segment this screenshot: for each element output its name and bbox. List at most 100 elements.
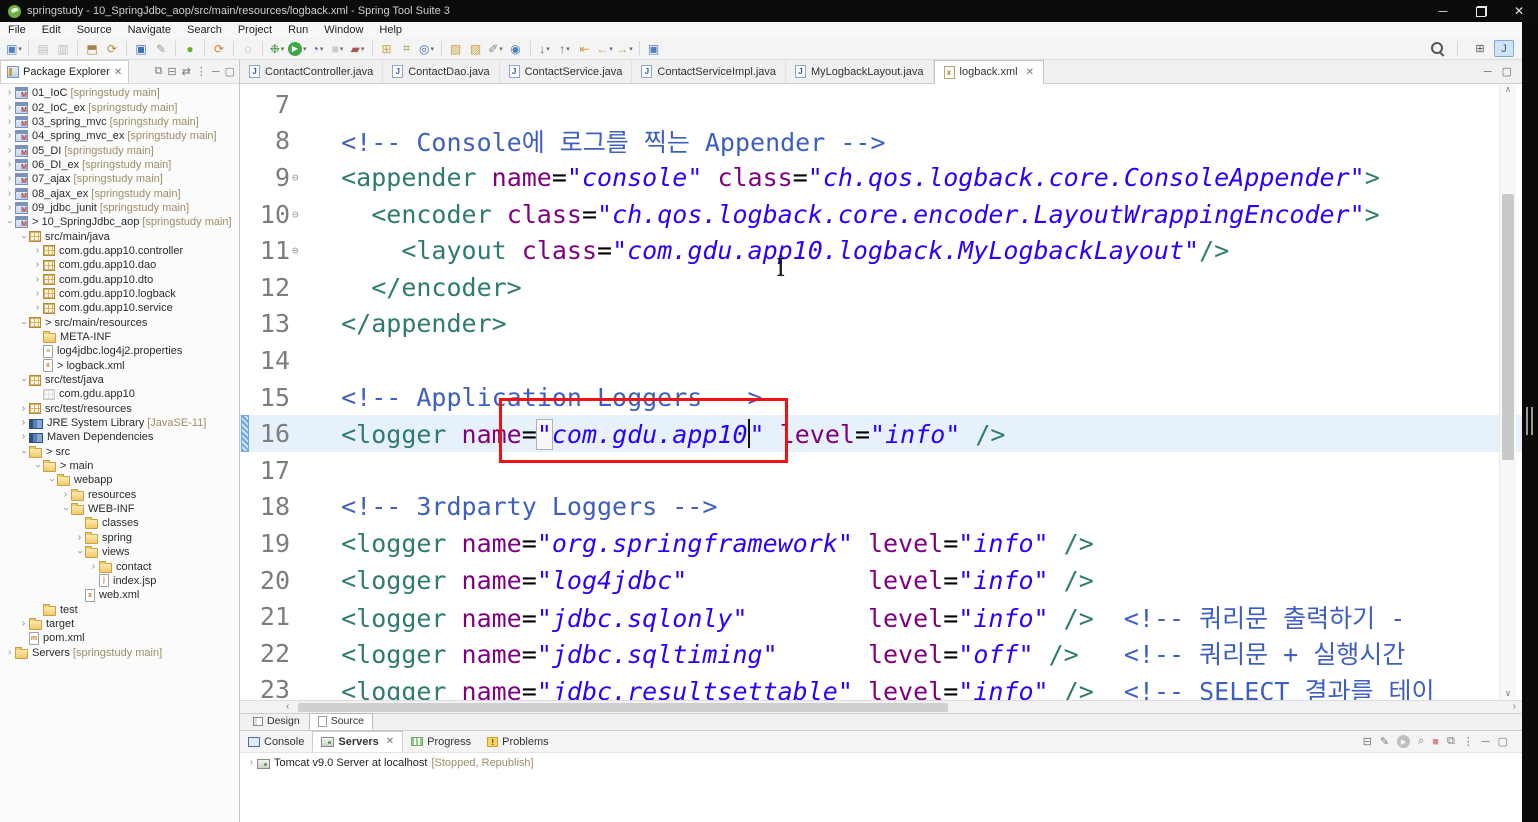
code-line-19[interactable]: 19 <logger name="org.springframework" le… [240,525,1522,562]
tree-item[interactable]: classes [0,516,239,530]
debug-server-icon[interactable]: ⌕ [1418,735,1424,748]
open-resource-button[interactable]: ▨ [467,40,485,58]
maximize-view-icon[interactable]: ▢ [1498,735,1508,748]
code-line-18[interactable]: 18 <!-- 3rdparty Loggers --> [240,489,1522,526]
spring-boot-button[interactable]: ● [181,40,199,58]
menu-window[interactable]: Window [316,22,371,38]
tree-chevron-icon[interactable]: › [18,418,29,428]
new-java-project-button[interactable]: ⊞ [378,40,396,58]
menu-source[interactable]: Source [69,22,120,38]
tree-chevron-icon[interactable]: › [18,432,29,442]
tree-item[interactable]: › resources [0,488,239,502]
code-text[interactable]: <appender name="console" class="ch.qos.l… [303,163,1380,192]
dropdown-caret-icon[interactable]: ▾ [566,45,570,53]
tree-item[interactable]: j index.jsp [0,574,239,588]
scroll-left-arrow[interactable]: ‹ [286,701,289,713]
tree-item[interactable]: › 08_ajax_ex[springstudy main] [0,186,239,200]
run-button[interactable]: ▶ ▾ [288,40,307,58]
editor-tab-contactservice.java[interactable]: J ContactService.java [500,60,633,83]
editor-horizontal-scrollbar[interactable]: ‹ › [240,700,1522,713]
tree-chevron-icon[interactable]: › [19,446,30,457]
open-perspective-button[interactable]: ⊞ [1470,40,1490,57]
menu-search[interactable]: Search [179,22,230,38]
tree-item[interactable]: › Maven Dependencies [0,430,239,444]
tree-item[interactable]: x > logback.xml [0,359,239,373]
tree-item[interactable]: › com.gdu.app10.dao [0,258,239,272]
code-line-7[interactable]: 7 [240,86,1522,123]
tree-item[interactable]: › spring [0,531,239,545]
back-history-button[interactable]: ← ▾ [596,40,614,58]
save-button[interactable]: ▤ [34,40,52,58]
code-line-15[interactable]: 15 <!-- Application Loggers --> [240,379,1522,416]
tree-chevron-icon[interactable]: › [33,461,44,472]
search-icon[interactable] [1430,41,1445,56]
tree-item[interactable]: › WEB-INF [0,502,239,516]
tree-chevron-icon[interactable]: › [18,618,29,629]
tree-chevron-icon[interactable]: › [75,547,86,558]
dropdown-caret-icon[interactable]: ▾ [499,45,503,53]
console-tab-servers[interactable]: Servers ✕ [312,731,404,752]
tree-chevron-icon[interactable]: › [61,504,72,515]
tree-item[interactable]: › 09_jdbc_junit[springstudy main] [0,201,239,215]
close-tab-icon[interactable]: ✕ [1026,67,1034,78]
console-tab-problems[interactable]: ! Problems [479,731,556,752]
tree-item[interactable]: › > main [0,459,239,473]
export-jar-button[interactable]: ⬒ [83,40,101,58]
tree-item[interactable]: com.gdu.app10 [0,387,239,401]
code-line-13[interactable]: 13 </appender> [240,306,1522,343]
forward-history-button[interactable]: → ▾ [616,40,634,58]
tree-item[interactable]: › 05_DI[springstudy main] [0,143,239,157]
tree-item[interactable]: › > 10_SpringJdbc_aop[springstudy main] [0,215,239,229]
code-line-20[interactable]: 20 <logger name="log4jdbc" level="info" … [240,562,1522,599]
next-annotation-button[interactable]: ↓ ▾ [536,40,554,58]
close-window-button[interactable]: ✕ [1500,0,1538,22]
tree-chevron-icon[interactable]: › [4,202,15,213]
code-text[interactable]: <!-- Console에 로그를 찍는 Appender --> [303,123,885,159]
open-console-icon[interactable]: ⊟ [1363,735,1372,748]
last-edit-location-button[interactable]: ⇤ [576,40,594,58]
maximize-editor-icon[interactable]: ▢ [1502,65,1512,78]
dropdown-caret-icon[interactable]: ▾ [546,45,550,53]
tree-item[interactable]: › com.gdu.app10.logback [0,287,239,301]
code-line-12[interactable]: 12 </encoder> [240,269,1522,306]
save-all-button[interactable]: ▥ [54,40,72,58]
tree-chevron-icon[interactable]: › [4,174,15,184]
code-text[interactable]: <layout class="com.gdu.app10.logback.MyL… [303,236,1229,265]
tab-design[interactable]: Design [244,713,309,730]
code-line-21[interactable]: 21 <logger name="jdbc.sqlonly" level="in… [240,598,1522,635]
stop-server-icon[interactable]: ■ [1432,736,1439,748]
xml-editor[interactable]: 78 <!-- Console에 로그를 찍는 Appender --> 9 ⊖ <… [240,84,1522,700]
relaunch-button[interactable]: ▰ ▾ [349,40,367,58]
tree-chevron-icon[interactable]: › [4,188,15,199]
tree-item[interactable]: ≡ log4jdbc.log4j2.properties [0,344,239,358]
pin-console-icon[interactable]: ✎ [1380,735,1389,748]
close-view-icon[interactable]: ✕ [114,67,122,78]
sash-handle[interactable] [1526,407,1533,435]
code-text[interactable]: <logger name="log4jdbc" level="info" /> [303,566,1094,595]
open-type-button[interactable]: ◎ ▾ [418,40,436,58]
dropdown-caret-icon[interactable]: ▾ [609,45,613,53]
tree-chevron-icon[interactable]: › [88,561,99,572]
tree-item[interactable]: › target [0,617,239,631]
java-ee-perspective-button[interactable]: J [1494,40,1514,57]
dropdown-caret-icon[interactable]: ▾ [629,45,633,53]
view-menu-icon[interactable]: ⋮ [196,65,207,78]
tree-chevron-icon[interactable]: › [4,88,15,98]
minimize-view-icon[interactable]: ─ [212,66,220,78]
menu-edit[interactable]: Edit [34,22,69,38]
dropdown-caret-icon[interactable]: ▾ [281,45,285,53]
tree-item[interactable]: m pom.xml [0,631,239,645]
tree-item[interactable]: › views [0,545,239,559]
tree-item[interactable]: test [0,602,239,616]
tree-chevron-icon[interactable]: › [4,145,15,156]
stop-button[interactable]: ■ ▾ [329,40,347,58]
tree-chevron-icon[interactable]: › [19,317,30,328]
code-line-14[interactable]: 14 [240,342,1522,379]
tree-item[interactable]: › src/main/java [0,229,239,243]
code-text[interactable]: <logger name="jdbc.sqlonly" level="info"… [303,599,1405,635]
expand-server-chevron[interactable]: › [246,758,257,768]
tree-item[interactable]: › webapp [0,473,239,487]
tree-chevron-icon[interactable]: › [4,159,15,170]
tab-package-explorer[interactable]: Package Explorer ✕ [0,60,130,83]
split-view-icon[interactable]: ⧉ [1447,735,1455,748]
